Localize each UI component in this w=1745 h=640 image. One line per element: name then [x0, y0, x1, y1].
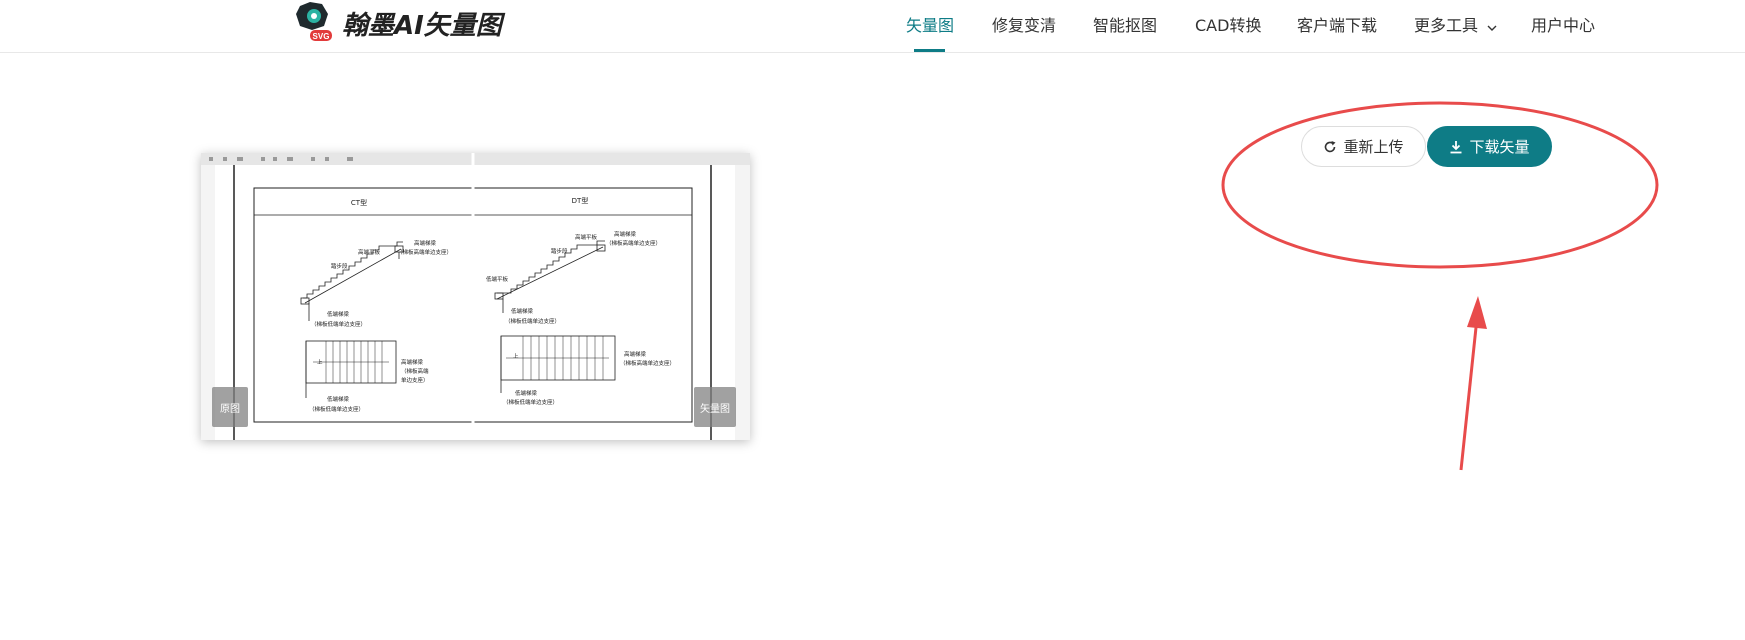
refresh-icon [1323, 140, 1337, 154]
label-r-high-plate: 高端平板 [575, 233, 598, 241]
nav-item-client-download[interactable]: 客户端下载 [1297, 12, 1377, 36]
label-r-plan-low-beam: 低端梯梁 [515, 389, 538, 397]
label-l-low-beam-support: （梯板低端单边支座） [311, 320, 366, 328]
vector-image-badge[interactable]: 矢量图 [694, 387, 736, 427]
label-r-high-beam-support: （梯板高端单边支座） [606, 239, 661, 247]
brand-name: 翰墨AI矢量图 [342, 10, 502, 41]
vector-preview-compare[interactable]: CT型 DT型 高端梯梁 （梯板高端单边支座） 高端平板 踏步段 低端梯梁 （梯… [201, 153, 750, 440]
label-l-high-plate: 高端平板 [358, 248, 381, 256]
compare-slider-handle[interactable] [459, 278, 491, 310]
label-r-low-beam-support: （梯板低端单边支座） [505, 317, 560, 325]
label-r-plan-high-beam: 高端梯梁 [624, 350, 647, 358]
nav-item-cutout[interactable]: 智能抠图 [1093, 12, 1157, 36]
label-l-low-beam: 低端梯梁 [327, 310, 350, 318]
original-image-badge[interactable]: 原图 [212, 387, 248, 427]
nav-item-cad[interactable]: CAD转换 [1195, 12, 1261, 36]
label-l-plan-high-beam: 高端梯梁 [401, 358, 424, 366]
label-l-high-beam-support: （梯板高端单边支座） [397, 248, 452, 256]
label-r-high-beam: 高端梯梁 [614, 230, 637, 238]
nav-more-tools-label: 更多工具 [1414, 16, 1479, 35]
nav-item-vector[interactable]: 矢量图 [906, 12, 954, 36]
drawing-right-title: DT型 [572, 196, 589, 205]
top-nav-bar: SVG 翰墨AI矢量图 矢量图 修复变清 智能抠图 CAD转换 客户端下载 更多… [0, 0, 1745, 53]
logo-mark-icon: SVG [290, 0, 338, 46]
download-vector-button[interactable]: 下载矢量 [1427, 126, 1552, 167]
download-icon [1449, 140, 1463, 154]
nav-item-restore[interactable]: 修复变清 [992, 12, 1056, 36]
reupload-button[interactable]: 重新上传 [1301, 126, 1426, 167]
label-l-plan-high-beam-3: 单边支座） [401, 376, 429, 384]
label-l-steps: 踏步段 [331, 262, 348, 270]
diamond-handle-icon [461, 280, 489, 308]
reupload-label: 重新上传 [1343, 138, 1404, 156]
label-r-plan-up: 上 [513, 352, 519, 360]
pointer-arrow-head-icon [1467, 296, 1487, 329]
download-vector-label: 下载矢量 [1469, 138, 1530, 156]
label-l-plan-up: 上 [317, 358, 323, 366]
nav-active-indicator [914, 49, 945, 52]
pointer-arrow-shaft [1459, 317, 1479, 471]
label-l-plan-high-beam-2: （梯板高端 [401, 367, 429, 375]
nav-item-user-center[interactable]: 用户中心 [1531, 12, 1595, 36]
label-r-steps: 踏步段 [551, 247, 568, 255]
label-l-plan-low-beam: 低端梯梁 [327, 395, 350, 403]
label-r-plan-low-beam-support: （梯板低端单边支座） [503, 398, 558, 406]
label-l-plan-low-beam-support: （梯板低端单边支座） [309, 405, 364, 413]
label-r-low-beam: 低端梯梁 [511, 307, 534, 315]
logo-badge-text: SVG [313, 32, 330, 41]
nav-item-more-tools[interactable]: 更多工具 [1414, 12, 1497, 36]
label-r-plan-high-beam-support: （梯板高端单边支座） [620, 359, 675, 367]
drawing-left-title: CT型 [351, 198, 367, 207]
label-l-high-beam: 高端梯梁 [414, 239, 437, 247]
brand-logo[interactable]: SVG 翰墨AI矢量图 [290, 0, 502, 46]
chevron-down-icon [1487, 17, 1497, 36]
